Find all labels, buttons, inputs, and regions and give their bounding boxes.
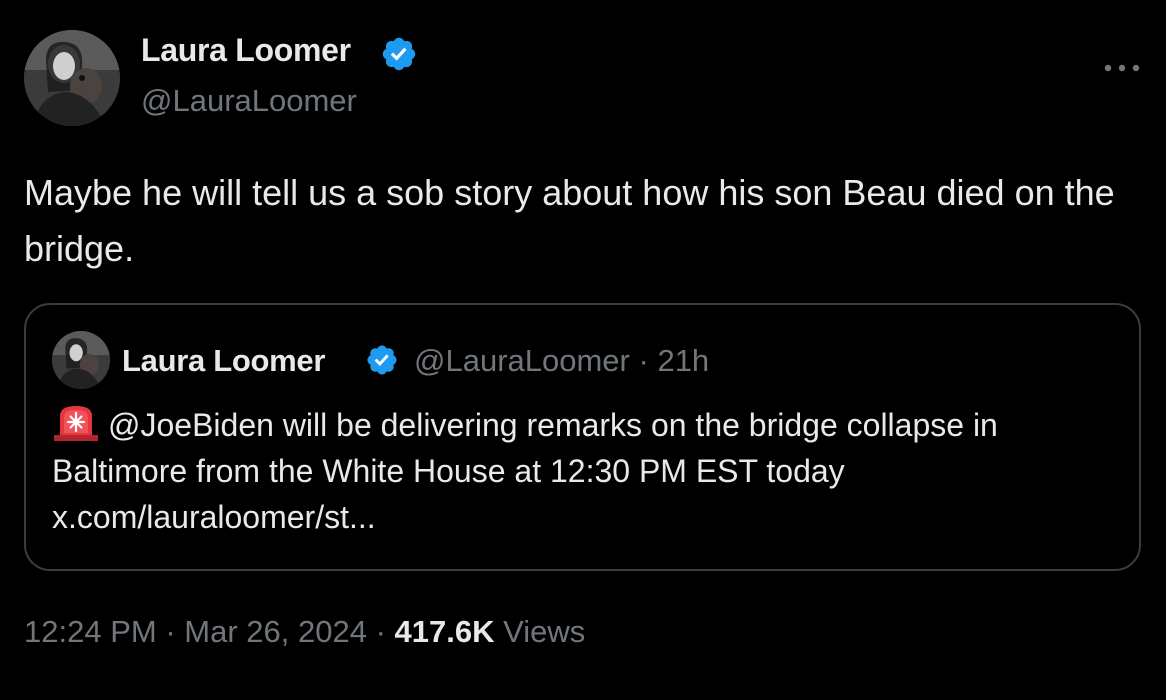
profile-photo-icon	[52, 331, 110, 389]
quoted-author-name[interactable]: Laura Loomer	[122, 343, 325, 378]
author-name[interactable]: Laura Loomer	[141, 32, 351, 69]
quoted-author-handle[interactable]: @LauraLoomer	[414, 343, 630, 378]
separator-dot: ·	[375, 614, 386, 649]
rotating-light-siren-icon	[52, 402, 100, 442]
author-avatar[interactable]	[24, 30, 120, 126]
tweet-date[interactable]: Mar 26, 2024	[184, 614, 367, 649]
tweet-time[interactable]: 12:24 PM	[24, 614, 157, 649]
more-horizontal-icon[interactable]	[1100, 56, 1144, 80]
views-count: 417.6K	[394, 614, 495, 649]
profile-photo-icon	[24, 30, 120, 126]
tweet-metadata: 12:24 PM · Mar 26, 2024 · 417.6K Views	[24, 614, 585, 650]
quoted-author-avatar[interactable]	[52, 331, 110, 389]
quoted-tweet-text: @JoeBiden will be delivering remarks on …	[52, 402, 1127, 540]
separator-dot: ·	[638, 343, 649, 378]
verified-badge-icon	[365, 343, 399, 377]
quoted-tweet-header: Laura Loomer @LauraLoomer · 21h	[122, 342, 709, 380]
quoted-handle-time: @LauraLoomer · 21h	[414, 342, 709, 380]
quoted-tweet-body: @JoeBiden will be delivering remarks on …	[52, 407, 998, 489]
views-label: Views	[503, 614, 586, 649]
separator-dot: ·	[165, 614, 176, 649]
author-handle[interactable]: @LauraLoomer	[141, 83, 357, 119]
quoted-tweet-link[interactable]: x.com/lauraloomer/st...	[52, 499, 376, 535]
verified-badge-icon	[380, 35, 418, 73]
tweet-text: Maybe he will tell us a sob story about …	[24, 172, 1115, 269]
quoted-time-ago[interactable]: 21h	[657, 343, 709, 378]
